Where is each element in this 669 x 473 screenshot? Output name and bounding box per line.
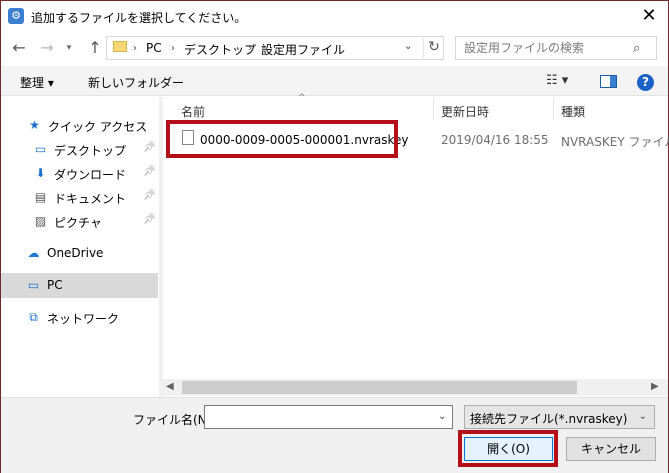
search-input[interactable] <box>464 41 624 55</box>
nav-item-desktop[interactable]: ▭ デスクトップ 📌︎ <box>21 139 159 161</box>
column-header-date[interactable]: 更新日時 <box>441 103 489 120</box>
nav-item-network[interactable]: ⧉ ネットワーク <box>14 307 152 329</box>
up-arrow-icon[interactable]: ↑ <box>85 38 105 58</box>
gear-icon: ⚙ <box>8 8 24 24</box>
view-options-icon[interactable]: ☷ ▾ <box>546 73 568 88</box>
breadcrumb-desktop[interactable]: デスクトップ <box>184 41 256 58</box>
preview-pane-icon[interactable] <box>600 75 617 88</box>
nav-item-label: ドキュメント <box>54 192 127 206</box>
chevron-down-icon[interactable]: ▾ <box>59 38 79 58</box>
nav-item-label: OneDrive <box>47 246 104 260</box>
nav-item-label: ネットワーク <box>47 312 120 326</box>
file-open-dialog: ⚙ 追加するファイルを選択してください。 ✕ ← → ▾ ↑ › PC › デス… <box>0 0 669 473</box>
pin-icon[interactable]: 📌︎ <box>143 166 156 177</box>
file-type-filter-select[interactable]: 接続先ファイル(*.nvraskey) ⌄ <box>464 405 655 429</box>
window-title: 追加するファイルを選択してください。 <box>31 11 247 25</box>
nav-item-onedrive[interactable]: ☁ OneDrive <box>14 243 152 265</box>
nav-item-label: クイック アクセス <box>48 120 148 134</box>
help-icon[interactable]: ? <box>637 74 654 91</box>
filename-input[interactable] <box>204 405 453 429</box>
back-arrow-icon[interactable]: ← <box>9 38 29 58</box>
chevron-left-icon[interactable]: ◀ <box>166 381 174 392</box>
pin-icon[interactable]: 📌︎ <box>143 190 156 201</box>
filter-selected-value: 接続先ファイル(*.nvraskey) <box>470 412 628 426</box>
network-icon: ⧉ <box>29 310 38 324</box>
computer-icon: ▭ <box>27 278 40 292</box>
column-divider[interactable] <box>553 98 554 120</box>
nav-item-label: PC <box>47 278 63 292</box>
nav-item-pc[interactable]: ▭ PC <box>14 275 152 297</box>
new-folder-button[interactable]: 新しいフォルダー <box>88 74 184 91</box>
chevron-down-icon[interactable]: ⌄ <box>404 41 412 52</box>
nav-scrollbar[interactable] <box>159 97 163 397</box>
nav-item-downloads[interactable]: ⬇ ダウンロード 📌︎ <box>21 163 159 185</box>
nav-item-pictures[interactable]: ▨ ピクチャ 📌︎ <box>21 211 159 233</box>
chevron-right-icon: › <box>248 43 252 54</box>
file-type: NVRASKEY ファイル <box>561 135 669 149</box>
column-header-type[interactable]: 種類 <box>561 103 585 120</box>
sort-ascending-icon: ^ <box>298 93 306 103</box>
nav-item-quick-access[interactable]: ★ クイック アクセス <box>15 115 153 137</box>
picture-icon: ▨ <box>34 214 47 228</box>
file-highlight-annotation <box>166 120 398 158</box>
close-button[interactable]: ✕ <box>631 1 667 31</box>
download-icon: ⬇ <box>35 166 46 180</box>
document-icon: ▤ <box>34 190 47 204</box>
search-box <box>455 36 657 60</box>
chevron-down-icon: ⌄ <box>638 411 647 422</box>
star-icon: ★ <box>29 118 40 132</box>
scrollbar-thumb[interactable] <box>182 381 577 394</box>
desktop-icon: ▭ <box>34 142 47 156</box>
open-highlight-annotation <box>458 430 558 467</box>
nav-item-documents[interactable]: ▤ ドキュメント 📌︎ <box>21 187 159 209</box>
refresh-icon[interactable]: ↻ <box>423 36 444 60</box>
pin-icon[interactable]: 📌︎ <box>143 142 156 153</box>
column-divider[interactable] <box>433 98 434 120</box>
nav-item-label: ピクチャ <box>54 216 102 230</box>
nav-item-label: ダウンロード <box>54 168 127 182</box>
chevron-right-icon[interactable]: ▶ <box>651 381 659 392</box>
chevron-down-icon[interactable]: ⌄ <box>438 411 446 422</box>
forward-arrow-icon[interactable]: → <box>37 38 57 58</box>
column-header-name[interactable]: 名前 <box>181 103 205 120</box>
chevron-right-icon: › <box>171 43 175 54</box>
search-icon[interactable]: ⌕ <box>633 41 640 56</box>
folder-icon <box>113 41 127 52</box>
breadcrumb-pc[interactable]: PC <box>146 41 162 55</box>
organize-button[interactable]: 整理 ▾ <box>20 74 54 91</box>
nav-item-label: デスクトップ <box>54 144 127 158</box>
chevron-right-icon: › <box>133 43 137 54</box>
cloud-icon: ☁ <box>27 246 40 260</box>
pin-icon[interactable]: 📌︎ <box>143 214 156 225</box>
breadcrumb-settings-folder[interactable]: 設定用ファイル <box>261 41 345 58</box>
cancel-button[interactable]: キャンセル <box>566 437 656 461</box>
file-date: 2019/04/16 18:55 <box>441 133 549 147</box>
